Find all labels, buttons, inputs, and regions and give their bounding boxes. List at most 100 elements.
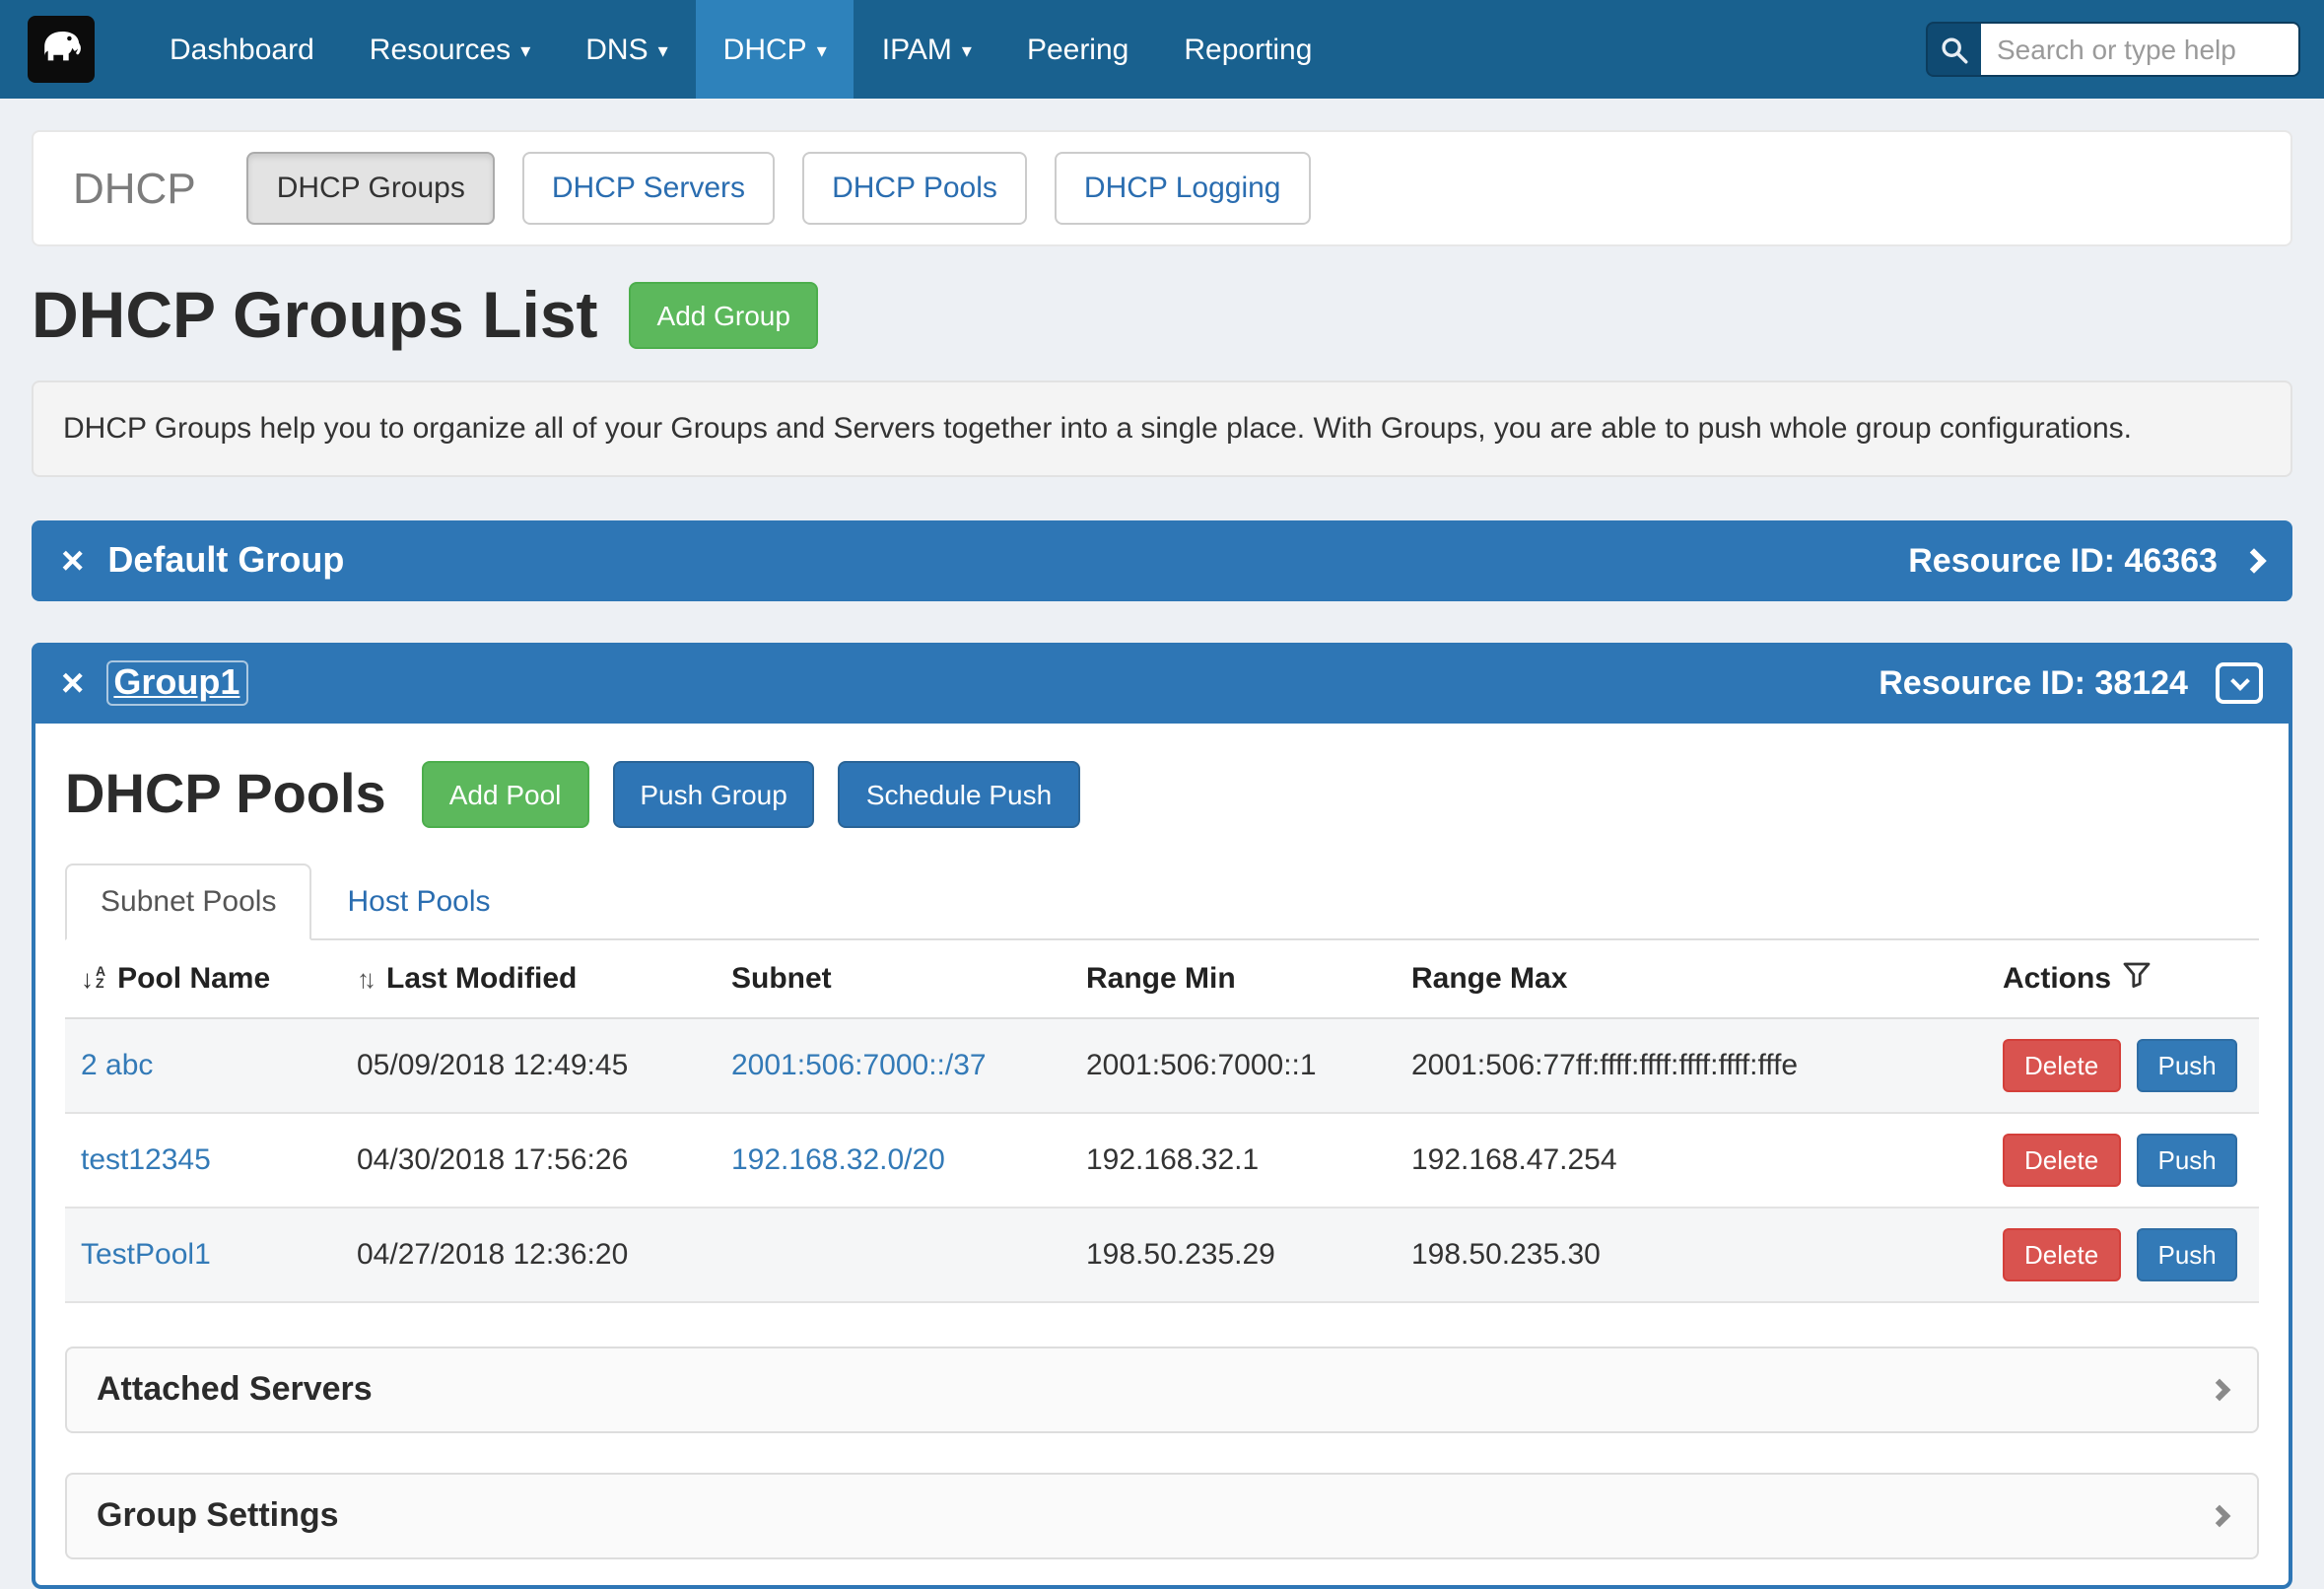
push-button[interactable]: Push — [2137, 1134, 2238, 1187]
group-section-group1: × Group1 Resource ID: 38124 DHCP Pools A… — [32, 643, 2292, 1589]
pools-table: ↓ A Z Pool Name ↑ — [65, 940, 2259, 1303]
description-text: DHCP Groups help you to organize all of … — [63, 412, 2132, 446]
search-input[interactable] — [1981, 22, 2300, 77]
page-title: DHCP Groups List — [32, 278, 598, 353]
pool-tabs: Subnet Pools Host Pools — [65, 864, 2259, 940]
nav-peering[interactable]: Peering — [999, 0, 1156, 99]
nav-dashboard[interactable]: Dashboard — [142, 0, 342, 99]
group1-panel: DHCP Pools Add Pool Push Group Schedule … — [32, 724, 2292, 1589]
nav-label: Dashboard — [170, 33, 314, 66]
nav-resources[interactable]: Resources ▾ — [342, 0, 558, 99]
pool-name-link[interactable]: test12345 — [81, 1143, 211, 1177]
tab-dhcp-logging[interactable]: DHCP Logging — [1055, 152, 1311, 225]
table-row: test12345 04/30/2018 17:56:26 192.168.32… — [65, 1113, 2259, 1208]
search-icon[interactable] — [1926, 22, 1981, 77]
section-label: DHCP — [73, 163, 196, 214]
nav-label: Reporting — [1184, 33, 1312, 66]
nav-label: DHCP — [723, 33, 807, 66]
tab-subnet-pools[interactable]: Subnet Pools — [65, 864, 311, 940]
last-modified-cell: 04/30/2018 17:56:26 — [341, 1113, 716, 1208]
page-header: DHCP Groups List Add Group — [32, 278, 2292, 353]
tab-dhcp-servers[interactable]: DHCP Servers — [522, 152, 775, 225]
chevron-right-icon — [2209, 1379, 2231, 1402]
nav-label: Peering — [1027, 33, 1128, 66]
elephant-logo-icon — [34, 17, 89, 82]
range-min-cell: 2001:506:7000::1 — [1070, 1018, 1396, 1113]
last-modified-cell: 04/27/2018 12:36:20 — [341, 1208, 716, 1302]
nav-label: Resources — [370, 33, 511, 66]
sort-updown-icon: ↑↓ — [357, 964, 371, 994]
caret-down-icon: ▾ — [658, 40, 668, 62]
tab-host-pools[interactable]: Host Pools — [311, 864, 525, 940]
group-name-link[interactable]: Group1 — [107, 662, 245, 704]
last-modified-cell: 05/09/2018 12:49:45 — [341, 1018, 716, 1113]
delete-button[interactable]: Delete — [2003, 1039, 2120, 1092]
subnet-link[interactable]: 192.168.32.0/20 — [731, 1143, 945, 1177]
delete-button[interactable]: Delete — [2003, 1134, 2120, 1187]
remove-group-icon[interactable]: × — [61, 663, 84, 703]
column-header: Range Max — [1411, 962, 1567, 996]
caret-down-icon: ▾ — [962, 40, 972, 62]
dhcp-section-nav: DHCP DHCP Groups DHCP Servers DHCP Pools… — [32, 130, 2292, 246]
nav-label: DNS — [585, 33, 648, 66]
nav-dns[interactable]: DNS ▾ — [558, 0, 695, 99]
chevron-down-icon — [2229, 670, 2249, 690]
range-max-cell: 2001:506:77ff:ffff:ffff:ffff:ffff:fffe — [1396, 1018, 1987, 1113]
resource-id: Resource ID: 46363 — [1908, 541, 2218, 581]
column-header: Range Min — [1086, 962, 1236, 996]
add-pool-button[interactable]: Add Pool — [422, 761, 589, 828]
accordion-label: Group Settings — [97, 1496, 339, 1536]
column-header: Actions — [2003, 962, 2111, 996]
caret-down-icon: ▾ — [520, 40, 530, 62]
nav-dhcp[interactable]: DHCP ▾ — [696, 0, 854, 99]
group-settings-accordion[interactable]: Group Settings — [65, 1473, 2259, 1559]
tab-dhcp-pools[interactable]: DHCP Pools — [802, 152, 1027, 225]
page-root: Dashboard Resources ▾ DNS ▾ DHCP ▾ IPAM … — [0, 0, 2324, 1573]
schedule-push-button[interactable]: Schedule Push — [839, 761, 1079, 828]
column-header: Last Modified — [386, 962, 577, 996]
table-row: 2 abc 05/09/2018 12:49:45 2001:506:7000:… — [65, 1018, 2259, 1113]
pool-name-link[interactable]: TestPool1 — [81, 1238, 211, 1272]
accordion-label: Attached Servers — [97, 1370, 373, 1410]
range-max-cell: 192.168.47.254 — [1396, 1113, 1987, 1208]
table-header-row: ↓ A Z Pool Name ↑ — [65, 940, 2259, 1018]
push-button[interactable]: Push — [2137, 1228, 2238, 1281]
top-navbar: Dashboard Resources ▾ DNS ▾ DHCP ▾ IPAM … — [0, 0, 2324, 99]
column-header: Pool Name — [117, 962, 270, 996]
group-header-default-group[interactable]: × Default Group Resource ID: 46363 — [32, 520, 2292, 601]
push-button[interactable]: Push — [2137, 1039, 2238, 1092]
delete-button[interactable]: Delete — [2003, 1228, 2120, 1281]
sort-az-icon: ↓ A Z — [81, 966, 105, 992]
range-min-cell: 192.168.32.1 — [1070, 1113, 1396, 1208]
description-panel: DHCP Groups help you to organize all of … — [32, 380, 2292, 477]
nav-reporting[interactable]: Reporting — [1156, 0, 1339, 99]
pools-header: DHCP Pools Add Pool Push Group Schedule … — [65, 761, 2259, 828]
nav-ipam[interactable]: IPAM ▾ — [854, 0, 999, 99]
main-nav: Dashboard Resources ▾ DNS ▾ DHCP ▾ IPAM … — [142, 0, 1339, 99]
tab-dhcp-groups[interactable]: DHCP Groups — [247, 152, 495, 225]
group-name: Default Group — [107, 540, 344, 582]
collapse-button[interactable] — [2216, 662, 2263, 704]
pool-name-link[interactable]: 2 abc — [81, 1049, 153, 1082]
actions-filter[interactable]: Actions — [2003, 962, 2151, 996]
sort-last-modified[interactable]: ↑↓ Last Modified — [357, 962, 577, 996]
global-search — [1926, 22, 2300, 77]
pools-title: DHCP Pools — [65, 763, 386, 826]
app-logo[interactable] — [28, 16, 95, 83]
range-min-cell: 198.50.235.29 — [1070, 1208, 1396, 1302]
sort-pool-name[interactable]: ↓ A Z Pool Name — [81, 962, 270, 996]
add-group-button[interactable]: Add Group — [630, 282, 818, 349]
filter-funnel-icon — [2123, 962, 2151, 996]
chevron-right-icon[interactable] — [2241, 548, 2266, 573]
chevron-right-icon — [2209, 1505, 2231, 1528]
nav-label: IPAM — [882, 33, 952, 66]
group-header-group1[interactable]: × Group1 Resource ID: 38124 — [32, 643, 2292, 724]
attached-servers-accordion[interactable]: Attached Servers — [65, 1347, 2259, 1433]
subnet-link[interactable]: 2001:506:7000::/37 — [731, 1049, 987, 1082]
push-group-button[interactable]: Push Group — [612, 761, 814, 828]
range-max-cell: 198.50.235.30 — [1396, 1208, 1987, 1302]
caret-down-icon: ▾ — [817, 40, 827, 62]
remove-group-icon[interactable]: × — [61, 541, 84, 581]
table-row: TestPool1 04/27/2018 12:36:20 198.50.235… — [65, 1208, 2259, 1302]
column-header: Subnet — [731, 962, 832, 996]
